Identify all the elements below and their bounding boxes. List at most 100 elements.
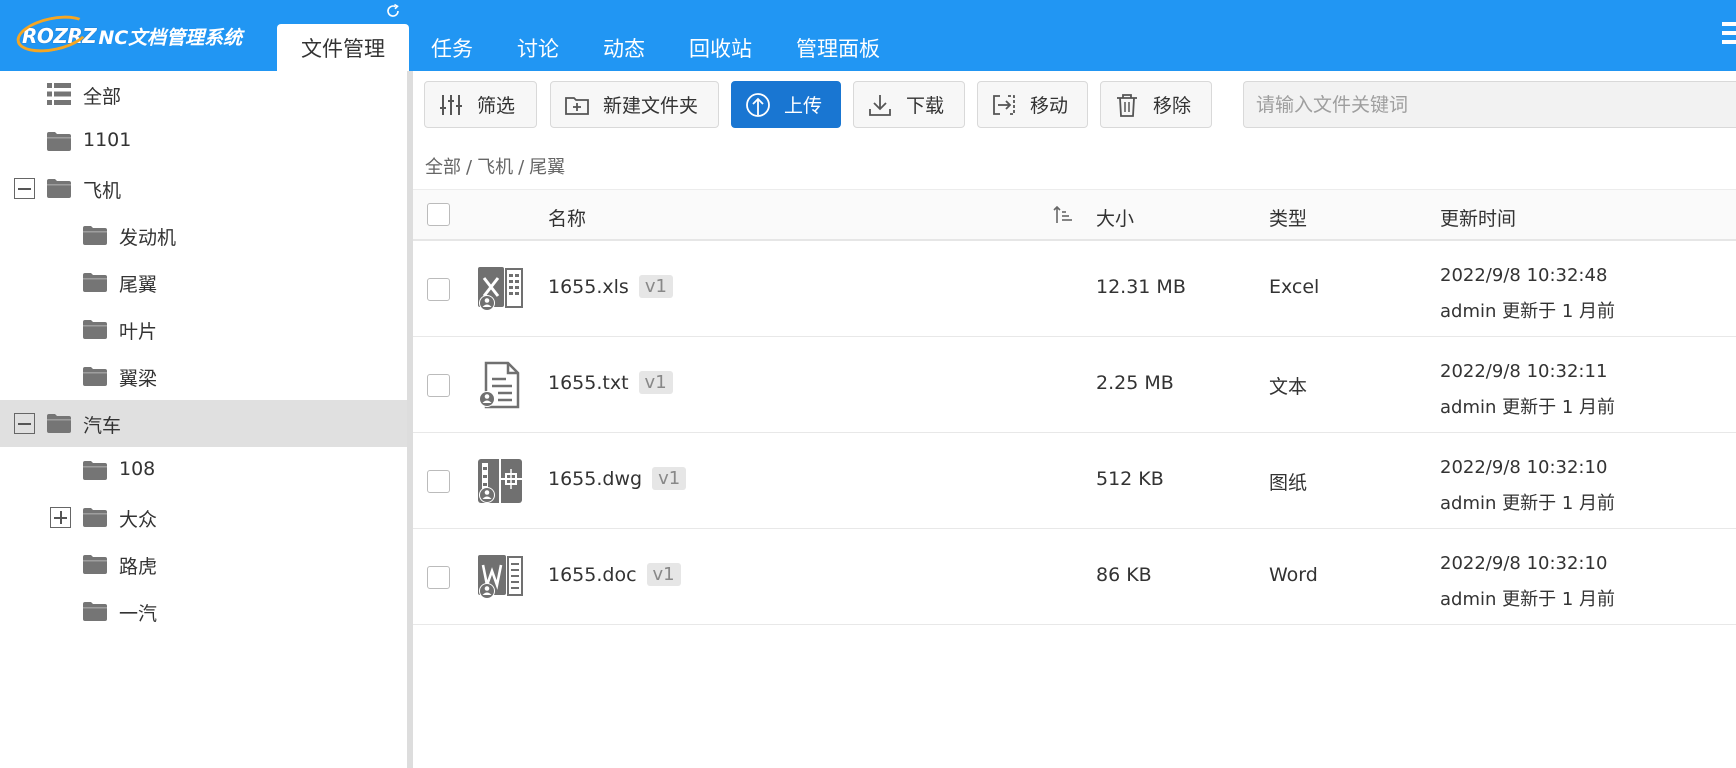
tree-item-label: 1101 xyxy=(83,129,132,151)
table-row[interactable]: 1655.xls v1 12.31 MB Excel 2022/9/8 10:32:48… xyxy=(413,241,1736,337)
tab-tasks[interactable]: 任务 xyxy=(409,24,495,71)
tab-recycle-bin[interactable]: 回收站 xyxy=(667,24,774,71)
tab-activity[interactable]: 动态 xyxy=(581,24,667,71)
upload-icon xyxy=(746,92,770,117)
folder-icon xyxy=(47,414,71,433)
tree-item-label: 路虎 xyxy=(119,556,158,578)
table-row[interactable]: 1655.txt v1 2.25 MB 文本 2022/9/8 10:32:11 admi… xyxy=(413,337,1736,433)
tree-item-label: 飞机 xyxy=(83,180,122,202)
tree-item[interactable]: 大众 xyxy=(0,494,407,541)
update-time-cell: 2022/9/8 10:32:10 admin 更新于 1 月前 xyxy=(1440,546,1615,618)
new-folder-button[interactable]: 新建文件夹 xyxy=(550,81,719,128)
tree-item-label: 尾翼 xyxy=(119,274,158,296)
text-file-icon xyxy=(476,361,526,409)
file-name-cell[interactable]: 1655.xls v1 xyxy=(548,275,673,298)
tree-item[interactable]: 汽车 xyxy=(0,400,407,447)
remove-button[interactable]: 移除 xyxy=(1100,81,1212,128)
version-badge: v1 xyxy=(638,371,673,394)
updater-info: admin 更新于 1 月前 xyxy=(1440,301,1616,322)
file-name-cell[interactable]: 1655.dwg v1 xyxy=(548,467,687,490)
table-row[interactable]: 1655.doc v1 86 KB Word 2022/9/8 10:32:10 admi… xyxy=(413,529,1736,625)
column-name[interactable]: 名称 xyxy=(548,204,586,231)
tree-item[interactable]: 叶片 xyxy=(0,306,407,353)
tree-item[interactable]: 尾翼 xyxy=(0,259,407,306)
file-name[interactable]: 1655.xls xyxy=(548,276,629,298)
update-timestamp: 2022/9/8 10:32:10 xyxy=(1440,553,1608,574)
folder-icon xyxy=(47,132,71,151)
version-badge: v1 xyxy=(652,467,687,490)
folder-tree: 全部 1101 飞机发动机尾翼叶片翼梁 汽车 108 大众路虎一汽 xyxy=(0,71,407,768)
table-row[interactable]: 1655.dwg v1 512 KB 图纸 2022/9/8 10:32:10 admin… xyxy=(413,433,1736,529)
row-checkbox[interactable] xyxy=(427,278,450,301)
file-name[interactable]: 1655.txt xyxy=(548,372,629,394)
tab-admin-panel[interactable]: 管理面板 xyxy=(774,24,902,71)
collapse-icon[interactable] xyxy=(14,178,35,199)
row-checkbox[interactable] xyxy=(427,566,450,589)
upload-button[interactable]: 上传 xyxy=(731,81,841,128)
tree-item[interactable]: 发动机 xyxy=(0,212,407,259)
collapse-icon[interactable] xyxy=(14,413,35,434)
tab-discussion[interactable]: 讨论 xyxy=(495,24,581,71)
tree-item[interactable]: 108 xyxy=(0,447,407,494)
folder-icon xyxy=(83,555,107,574)
new-folder-icon xyxy=(565,96,589,115)
filter-icon xyxy=(440,94,462,115)
breadcrumb-item[interactable]: 飞机 xyxy=(477,157,513,178)
main-nav-tabs: 文件管理 任务 讨论 动态 回收站 管理面板 xyxy=(277,24,902,71)
select-all-checkbox[interactable] xyxy=(427,203,450,226)
folder-icon xyxy=(83,320,107,339)
breadcrumb-item[interactable]: 全部 xyxy=(425,157,461,178)
file-size: 86 KB xyxy=(1096,564,1152,586)
folder-icon xyxy=(83,602,107,621)
tree-item-label: 发动机 xyxy=(119,227,177,249)
tree-item[interactable]: 路虎 xyxy=(0,541,407,588)
sort-ascending-icon[interactable] xyxy=(1053,204,1073,226)
remove-label: 移除 xyxy=(1153,95,1192,117)
top-header: ROZRZ NC文档管理系统 文件管理 任务 讨论 动态 回收站 管理面板 xyxy=(0,0,1736,71)
updater-info: admin 更新于 1 月前 xyxy=(1440,397,1616,418)
row-checkbox[interactable] xyxy=(427,470,450,493)
updater-info: admin 更新于 1 月前 xyxy=(1440,493,1616,514)
tree-item-label: 叶片 xyxy=(119,321,158,343)
file-name-cell[interactable]: 1655.doc v1 xyxy=(548,563,681,586)
tab-file-management[interactable]: 文件管理 xyxy=(277,24,409,71)
row-checkbox[interactable] xyxy=(427,374,450,397)
tree-item[interactable]: 一汽 xyxy=(0,588,407,635)
move-button[interactable]: 移动 xyxy=(977,81,1088,128)
expand-icon[interactable] xyxy=(50,507,71,528)
list-icon xyxy=(47,83,71,105)
refresh-icon[interactable] xyxy=(384,2,402,20)
excel-file-icon xyxy=(476,265,526,313)
file-name-cell[interactable]: 1655.txt v1 xyxy=(548,371,673,394)
filter-label: 筛选 xyxy=(477,95,516,117)
file-size: 2.25 MB xyxy=(1096,372,1174,394)
column-size[interactable]: 大小 xyxy=(1096,204,1134,231)
file-type: Word xyxy=(1269,564,1318,586)
upload-label: 上传 xyxy=(784,95,823,117)
menu-icon[interactable] xyxy=(1722,22,1736,50)
tree-item-label: 大众 xyxy=(119,509,158,531)
update-timestamp: 2022/9/8 10:32:11 xyxy=(1440,361,1608,382)
tree-item[interactable]: 全部 xyxy=(0,71,407,118)
file-name[interactable]: 1655.dwg xyxy=(548,468,642,490)
download-button[interactable]: 下载 xyxy=(853,81,965,128)
download-label: 下载 xyxy=(906,95,945,117)
tree-item[interactable]: 1101 xyxy=(0,118,407,165)
app-logo[interactable]: ROZRZ NC文档管理系统 xyxy=(13,9,242,59)
update-timestamp: 2022/9/8 10:32:48 xyxy=(1440,265,1608,286)
tree-item[interactable]: 飞机 xyxy=(0,165,407,212)
download-icon xyxy=(869,94,891,116)
version-badge: v1 xyxy=(638,275,673,298)
table-header: 名称 大小 类型 更新时间 xyxy=(413,189,1736,241)
file-size: 12.31 MB xyxy=(1096,276,1186,298)
file-name[interactable]: 1655.doc xyxy=(548,564,637,586)
filter-button[interactable]: 筛选 xyxy=(424,81,537,128)
column-updated[interactable]: 更新时间 xyxy=(1440,204,1516,231)
breadcrumb-item: 尾翼 xyxy=(529,157,566,178)
update-timestamp: 2022/9/8 10:32:10 xyxy=(1440,457,1608,478)
version-badge: v1 xyxy=(646,563,681,586)
tree-item[interactable]: 翼梁 xyxy=(0,353,407,400)
update-time-cell: 2022/9/8 10:32:11 admin 更新于 1 月前 xyxy=(1440,354,1615,426)
file-search-input[interactable] xyxy=(1243,81,1736,128)
column-type[interactable]: 类型 xyxy=(1269,204,1307,231)
